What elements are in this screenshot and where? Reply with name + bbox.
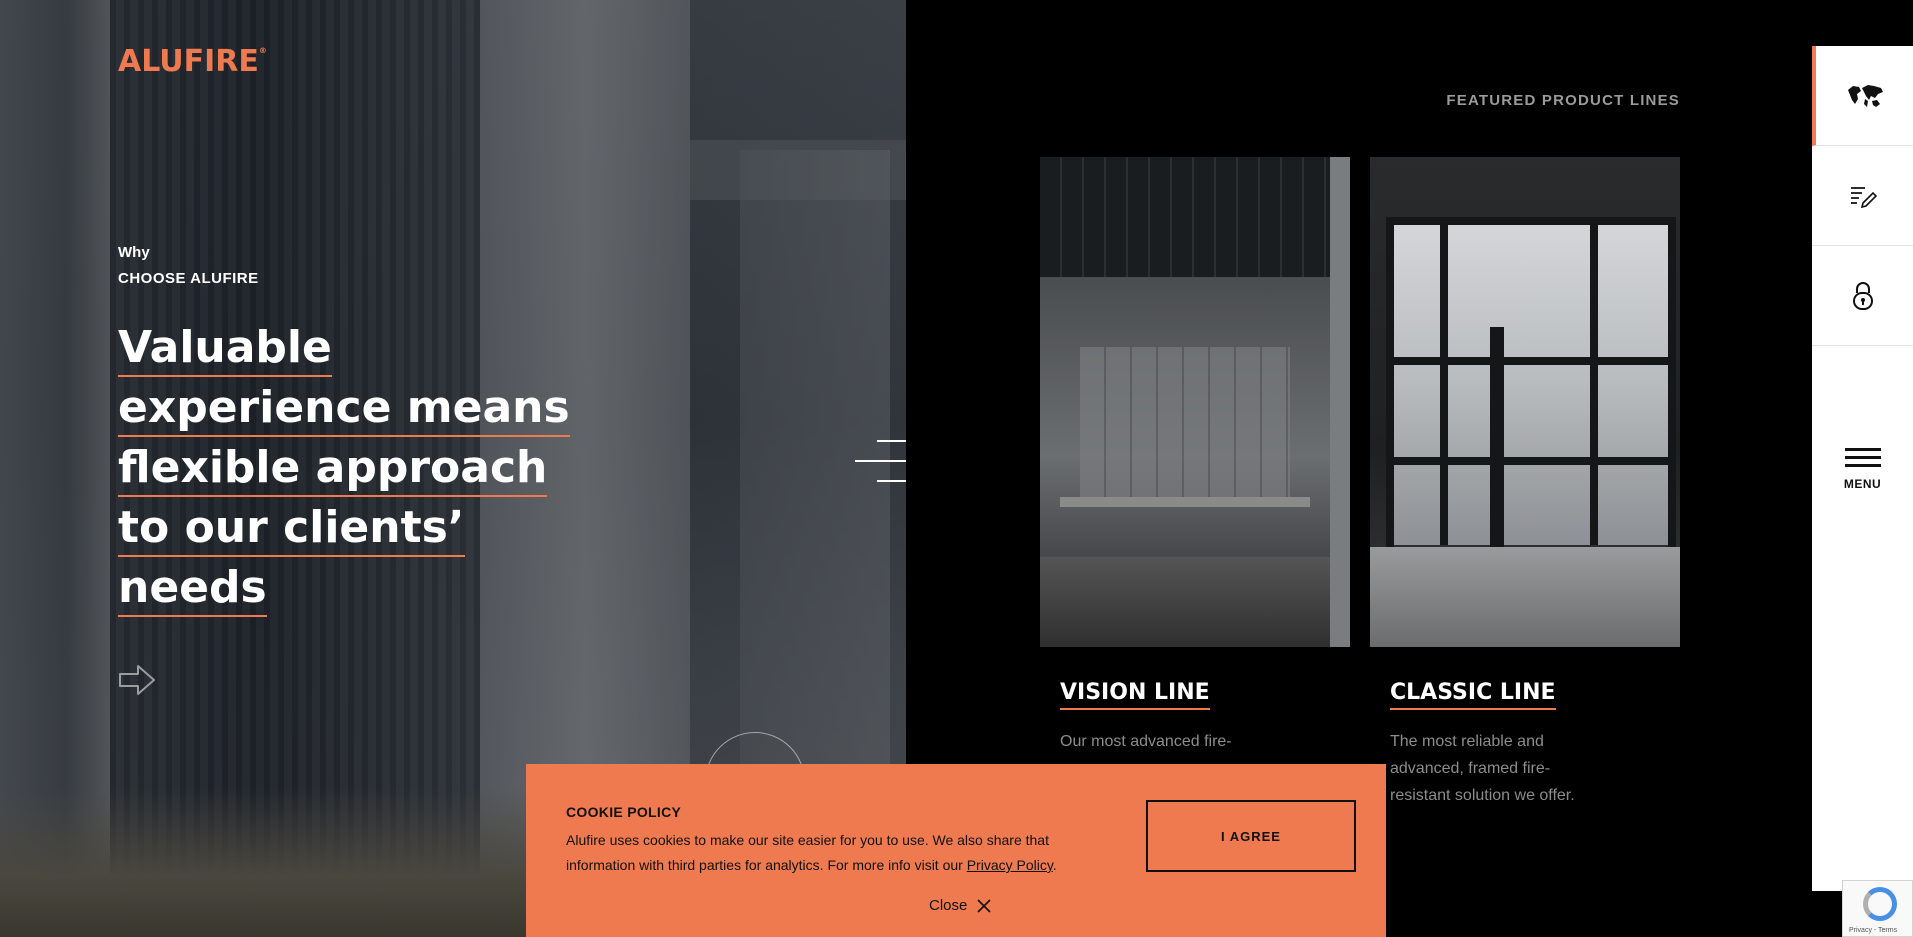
vision-line-description: Our most advanced fire-	[1060, 733, 1232, 750]
classic-line-title[interactable]: CLASSIC LINE	[1390, 680, 1556, 710]
arrow-right-outline-icon[interactable]	[118, 660, 158, 700]
cookie-title: COOKIE POLICY	[566, 804, 682, 820]
edit-list-icon	[1850, 186, 1877, 208]
menu-button[interactable]: MENU	[1812, 436, 1913, 516]
vision-line-image[interactable]	[1040, 157, 1350, 647]
slider-lines-icon	[855, 440, 906, 482]
recaptcha-icon	[1863, 887, 1897, 921]
hero-headline: Valuable experience means flexible appro…	[118, 318, 588, 618]
close-button[interactable]: Close	[929, 897, 991, 914]
hamburger-icon	[1844, 448, 1881, 467]
eyebrow: CHOOSE ALUFIRE	[118, 270, 259, 287]
classic-line-description: The most reliable and advanced, framed f…	[1390, 733, 1575, 804]
cookie-banner: COOKIE POLICY Alufire uses cookies to ma…	[526, 764, 1386, 937]
headline-line: experience means	[118, 378, 588, 438]
privacy-policy-link[interactable]: Privacy Policy	[967, 857, 1053, 873]
eyebrow-small: Why	[118, 244, 150, 261]
world-map-icon	[1847, 84, 1883, 107]
close-icon	[977, 898, 991, 913]
sidebar-item-world[interactable]	[1812, 46, 1913, 146]
logo[interactable]: ALUFIRE®	[118, 44, 267, 79]
sidebar-item-lock[interactable]	[1812, 246, 1913, 346]
agree-button[interactable]: I AGREE	[1146, 800, 1356, 872]
right-sidebar: MENU	[1812, 46, 1913, 891]
headline-line: flexible approach	[118, 438, 588, 498]
featured-heading: FEATURED PRODUCT LINES	[1446, 92, 1680, 109]
headline-line: Valuable	[118, 318, 588, 378]
headline-line: to our clients’	[118, 498, 588, 558]
sidebar-item-edit[interactable]	[1812, 146, 1913, 246]
recaptcha-label[interactable]: Privacy - Terms	[1849, 927, 1897, 934]
vision-line-title[interactable]: VISION LINE	[1060, 680, 1210, 710]
recaptcha-badge[interactable]: Privacy - Terms	[1842, 880, 1913, 937]
lock-icon	[1852, 281, 1873, 310]
headline-line: needs	[118, 558, 588, 618]
menu-label: MENU	[1843, 477, 1882, 491]
cookie-text: Alufire uses cookies to make our site ea…	[566, 832, 1057, 873]
close-label: Close	[929, 897, 968, 914]
classic-line-image[interactable]	[1370, 157, 1680, 647]
